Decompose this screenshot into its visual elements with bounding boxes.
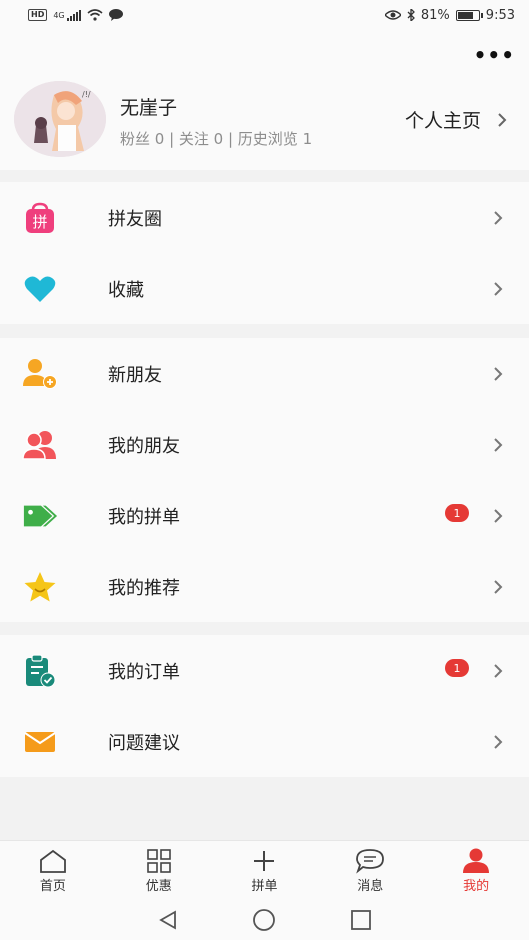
menu-label: 拼友圈 (108, 208, 162, 230)
notification-badge: 1 (445, 659, 469, 677)
more-options-button[interactable]: ••• (474, 45, 515, 65)
chevron-right-icon (494, 663, 503, 678)
menu-item-my-orders[interactable]: 我的订单 1 (0, 635, 529, 706)
signal-icon (66, 9, 81, 21)
tag-icon (22, 498, 58, 534)
star-icon (22, 569, 58, 605)
order-clipboard-icon (22, 653, 58, 689)
wifi-icon (87, 9, 103, 21)
menu-item-my-recommendations[interactable]: 我的推荐 (0, 551, 529, 622)
menu-item-my-group-orders[interactable]: 我的拼单 1 (0, 480, 529, 551)
menu-item-new-friends[interactable]: 新朋友 (0, 338, 529, 409)
add-friend-icon (22, 356, 58, 392)
username: 无崖子 (120, 97, 178, 119)
grid-icon (144, 847, 174, 875)
chevron-right-icon (498, 112, 507, 127)
avatar[interactable]: /!/ (14, 81, 106, 157)
profile-stats: 粉丝 0 | 关注 0 | 历史浏览 1 (120, 130, 313, 148)
person-icon (461, 847, 491, 875)
menu-label: 问题建议 (108, 732, 180, 754)
recents-square-icon[interactable] (350, 909, 372, 931)
bluetooth-icon (407, 9, 415, 21)
menu-group-orders: 我的订单 1 问题建议 (0, 635, 529, 777)
menu-item-my-friends[interactable]: 我的朋友 (0, 409, 529, 480)
menu-label: 我的拼单 (108, 506, 180, 528)
chevron-right-icon (494, 508, 503, 523)
bottom-tab-bar: 首页 优惠 拼单 消息 我的 (0, 840, 529, 900)
system-navigation-bar (0, 900, 529, 940)
menu-group-friends: 新朋友 我的朋友 我的拼单 1 我的推荐 (0, 338, 529, 622)
chevron-right-icon (494, 734, 503, 749)
menu-label: 收藏 (108, 279, 144, 301)
tab-label: 首页 (39, 879, 66, 894)
chevron-right-icon (494, 579, 503, 594)
hd-indicator: HD (28, 9, 48, 21)
message-notification-icon (108, 9, 123, 21)
tab-me[interactable]: 我的 (423, 841, 529, 900)
plus-icon (249, 847, 279, 875)
tab-home[interactable]: 首页 (0, 841, 106, 900)
avatar-illustration: /!/ (14, 81, 106, 157)
notification-badge: 1 (445, 504, 469, 522)
heart-icon (22, 271, 58, 307)
chevron-right-icon (494, 281, 503, 296)
chevron-right-icon (494, 366, 503, 381)
friends-icon (22, 427, 58, 463)
menu-label: 我的订单 (108, 661, 180, 683)
back-icon[interactable] (157, 909, 179, 931)
tab-group-order[interactable]: 拼单 (212, 841, 318, 900)
menu-item-feedback[interactable]: 问题建议 (0, 706, 529, 777)
mail-icon (22, 724, 58, 760)
homepage-label: 个人主页 (404, 110, 481, 132)
profile-header: ••• /!/ 无崖子 粉丝 0 | 关注 0 | 历史浏览 1 个人主页 (0, 30, 529, 170)
svg-text:/!/: /!/ (82, 90, 91, 99)
menu-item-favorites[interactable]: 收藏 (0, 253, 529, 324)
personal-homepage-link[interactable]: 个人主页 (405, 106, 507, 133)
chevron-right-icon (494, 437, 503, 452)
pin-bag-icon: 拼 (22, 200, 58, 236)
tab-messages[interactable]: 消息 (317, 841, 423, 900)
menu-group-social: 拼 拼友圈 收藏 (0, 182, 529, 324)
network-type: 4G (53, 10, 65, 20)
tab-label: 我的 (463, 879, 490, 894)
pin-bag-glyph: 拼 (32, 213, 47, 231)
tab-label: 拼单 (251, 879, 278, 894)
home-icon (38, 847, 68, 875)
chevron-right-icon (494, 210, 503, 225)
menu-label: 新朋友 (108, 364, 162, 386)
tab-label: 优惠 (145, 879, 172, 894)
tab-deals[interactable]: 优惠 (106, 841, 212, 900)
menu-label: 我的推荐 (108, 577, 180, 599)
eye-icon (384, 10, 401, 20)
battery-level-fill (457, 11, 473, 19)
tab-label: 消息 (357, 879, 384, 894)
status-bar: HD 4G 81% 9:53 (0, 0, 529, 30)
clock: 9:53 (485, 7, 515, 23)
battery-icon (455, 9, 483, 21)
menu-label: 我的朋友 (108, 435, 180, 457)
home-circle-icon[interactable] (252, 908, 276, 932)
chat-icon (355, 847, 385, 875)
menu-item-pinyouquan[interactable]: 拼 拼友圈 (0, 182, 529, 253)
battery-percent: 81% (420, 7, 450, 23)
